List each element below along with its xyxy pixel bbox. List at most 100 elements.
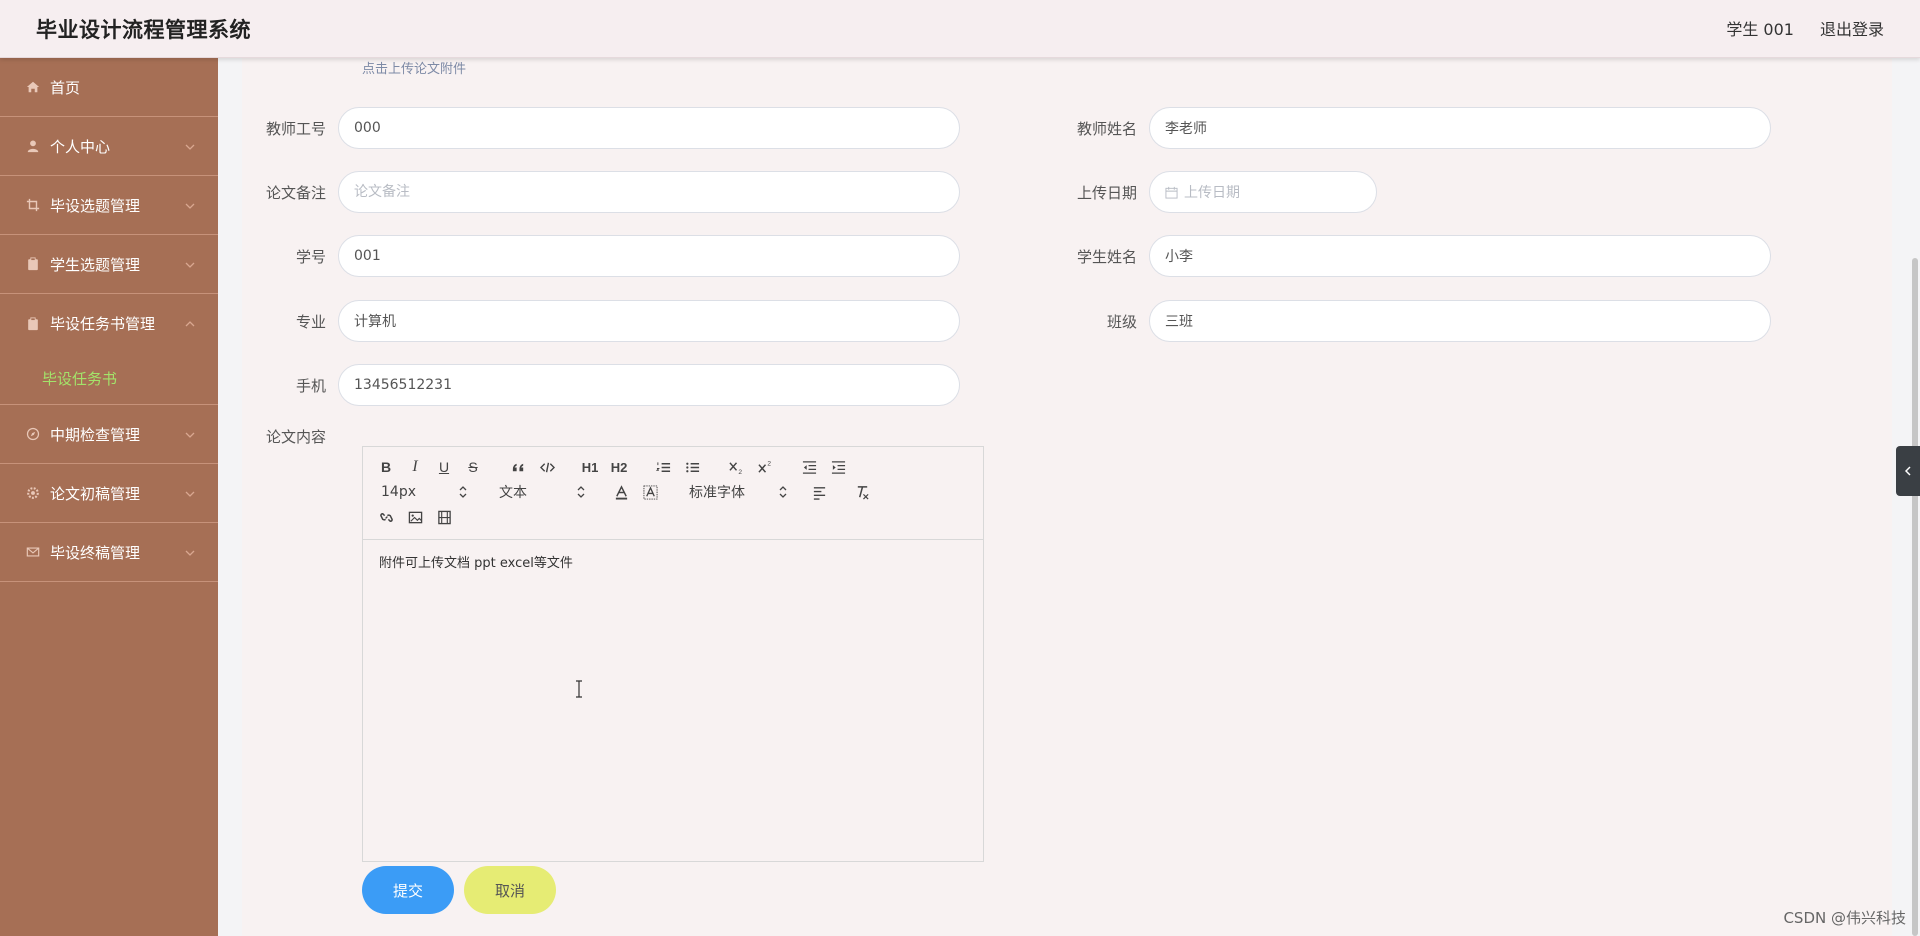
top-header: 毕业设计流程管理系统 学生 001 退出登录 — [0, 0, 1920, 58]
sidebar-item-personal-center[interactable]: 个人中心 — [0, 117, 218, 176]
ordered-list-icon[interactable] — [652, 457, 674, 477]
underline-button[interactable]: U — [433, 457, 455, 477]
font-size-picker[interactable]: 14px — [381, 482, 467, 502]
header-value: 文本 — [499, 485, 527, 501]
form-panel: 点击上传论文附件 教师工号 教师姓名 论文备注 上传日期 上传日期 学 — [242, 58, 1892, 936]
student-name-input[interactable] — [1149, 235, 1771, 277]
clipboard-icon — [26, 316, 40, 331]
align-left-icon[interactable] — [808, 482, 830, 502]
field-label: 上传日期 — [1076, 183, 1137, 202]
heading2-button[interactable]: H2 — [608, 457, 630, 477]
chevron-down-icon — [184, 198, 196, 210]
select-arrows-icon — [459, 485, 467, 499]
phone-input[interactable] — [338, 364, 960, 406]
sidebar-item-final-draft[interactable]: 毕设终稿管理 — [0, 523, 218, 582]
video-icon[interactable] — [433, 507, 455, 527]
side-panel-toggle[interactable] — [1896, 446, 1920, 496]
superscript-icon[interactable]: 2 — [754, 457, 776, 477]
field-label: 教师工号 — [265, 119, 326, 138]
sidebar-item-label: 毕设选题管理 — [50, 196, 141, 215]
sidebar-item-student-topic[interactable]: 学生选题管理 — [0, 235, 218, 294]
cancel-button[interactable]: 取消 — [464, 866, 556, 914]
scrollbar-thumb[interactable] — [1912, 258, 1918, 936]
field-student-name: 学生姓名 — [1067, 235, 1771, 277]
field-label: 专业 — [295, 312, 326, 331]
outdent-icon[interactable] — [798, 457, 820, 477]
major-input[interactable] — [338, 300, 960, 342]
sidebar-item-label: 中期检查管理 — [50, 425, 141, 444]
chevron-down-icon — [184, 427, 196, 439]
app-title: 毕业设计流程管理系统 — [36, 18, 251, 42]
svg-text:2: 2 — [767, 460, 771, 467]
sidebar-subitem-task-book[interactable]: 毕设任务书 — [0, 353, 218, 405]
sidebar-item-label: 毕设任务书管理 — [50, 315, 156, 333]
font-size-value: 14px — [381, 484, 416, 500]
bold-button[interactable]: B — [375, 457, 397, 477]
background-color-icon[interactable] — [639, 482, 661, 502]
mail-icon — [26, 545, 40, 559]
sidebar-item-label: 首页 — [50, 78, 81, 97]
font-family-picker[interactable]: 标准字体 — [689, 482, 787, 502]
sidebar-item-first-draft[interactable]: 论文初稿管理 — [0, 464, 218, 523]
field-label: 学号 — [295, 247, 326, 266]
gear-icon — [26, 486, 40, 500]
student-id-input[interactable] — [338, 235, 960, 277]
date-placeholder: 上传日期 — [1184, 185, 1240, 201]
select-arrows-icon — [779, 485, 787, 499]
submit-button[interactable]: 提交 — [362, 866, 454, 914]
sidebar-item-topic-management[interactable]: 毕设选题管理 — [0, 176, 218, 235]
field-major: 专业 — [256, 300, 960, 342]
teacher-name-input[interactable] — [1149, 107, 1771, 149]
field-student-id: 学号 — [256, 235, 960, 277]
field-label: 学生姓名 — [1076, 247, 1137, 266]
editor-text-area[interactable]: 附件可上传文档 ppt excel等文件 — [363, 540, 983, 861]
teacher-id-input[interactable] — [338, 107, 960, 149]
field-teacher-name: 教师姓名 — [1067, 107, 1771, 149]
vertical-scrollbar[interactable] — [1908, 58, 1920, 936]
svg-text:2: 2 — [738, 469, 742, 475]
bullet-list-icon[interactable] — [681, 457, 703, 477]
note-input[interactable] — [338, 171, 960, 213]
field-teacher-id: 教师工号 — [256, 107, 960, 149]
sidebar-item-home[interactable]: 首页 — [0, 58, 218, 117]
text-color-icon[interactable] — [610, 482, 632, 502]
header-picker[interactable]: 文本 — [499, 482, 585, 502]
image-icon[interactable] — [404, 507, 426, 527]
text-cursor-icon — [576, 680, 582, 698]
class-input[interactable] — [1149, 300, 1771, 342]
sidebar-item-midterm-check[interactable]: 中期检查管理 — [0, 405, 218, 464]
chevron-left-icon — [1904, 466, 1911, 476]
user-icon — [26, 139, 40, 153]
home-icon — [26, 80, 40, 94]
strike-button[interactable]: S — [462, 457, 484, 477]
chevron-down-icon — [184, 139, 196, 151]
code-block-icon[interactable] — [536, 457, 558, 477]
main-content: 点击上传论文附件 教师工号 教师姓名 论文备注 上传日期 上传日期 学 — [218, 58, 1920, 936]
upload-attachment-link[interactable]: 点击上传论文附件 — [362, 58, 466, 77]
link-icon[interactable] — [375, 507, 397, 527]
sidebar-item-label: 论文初稿管理 — [50, 484, 141, 503]
field-phone: 手机 — [256, 364, 960, 406]
font-family-value: 标准字体 — [689, 485, 745, 501]
current-user[interactable]: 学生 001 — [1726, 16, 1794, 40]
clear-format-icon[interactable] — [851, 482, 873, 502]
sidebar: 首页 个人中心 毕设选题管理 学生选题管理 毕设任务书管理 毕设任务书 中期检查… — [0, 58, 218, 936]
blockquote-icon[interactable] — [507, 457, 529, 477]
subscript-icon[interactable]: 2 — [725, 457, 747, 477]
chevron-down-icon — [184, 486, 196, 498]
sidebar-item-task-book-management[interactable]: 毕设任务书管理 — [0, 294, 218, 353]
sidebar-item-label: 学生选题管理 — [50, 255, 141, 274]
field-label: 论文内容 — [265, 428, 326, 446]
field-content: 论文内容 — [256, 426, 338, 450]
italic-button[interactable]: I — [404, 457, 426, 477]
field-label: 教师姓名 — [1076, 119, 1137, 138]
upload-date-picker[interactable]: 上传日期 — [1149, 171, 1377, 213]
chevron-down-icon — [184, 545, 196, 557]
field-note: 论文备注 — [256, 171, 960, 213]
indent-icon[interactable] — [827, 457, 849, 477]
clipboard-icon — [26, 257, 40, 271]
field-label: 论文备注 — [265, 183, 326, 202]
heading1-button[interactable]: H1 — [579, 457, 601, 477]
logout-link[interactable]: 退出登录 — [1820, 16, 1884, 40]
crop-icon — [26, 198, 40, 212]
